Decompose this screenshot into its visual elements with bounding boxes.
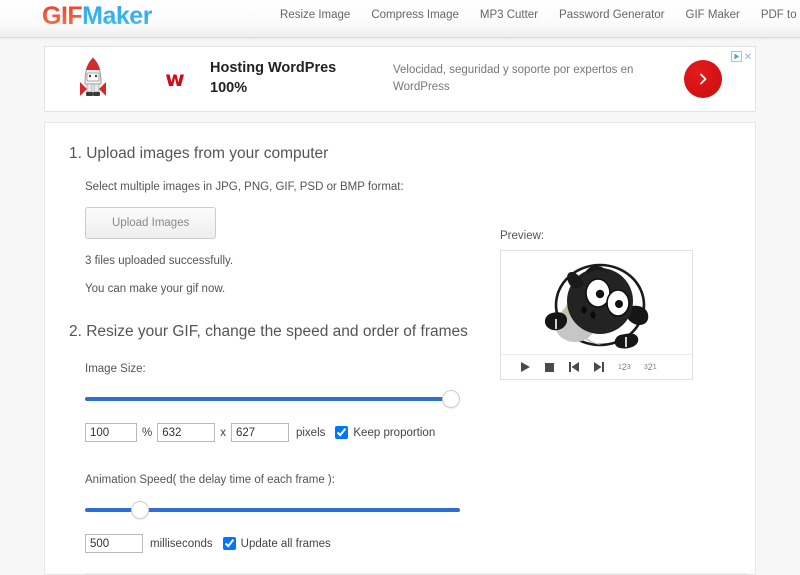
logo-text-gif: GIF [42, 2, 83, 30]
height-input[interactable] [230, 423, 289, 442]
sort-ascending-button[interactable]: 123 [618, 362, 631, 372]
nav-item-compress-image[interactable]: Compress Image [371, 9, 459, 21]
ad-banner[interactable]: ᴡ Hosting WordPres 100% Velocidad, segur… [44, 46, 756, 112]
advertisement-region: ᴡ Hosting WordPres 100% Velocidad, segur… [0, 38, 800, 112]
pixels-label: pixels [295, 426, 326, 439]
milliseconds-label: milliseconds [150, 537, 213, 550]
milliseconds-input[interactable] [85, 534, 143, 553]
upload-images-button[interactable]: Upload Images [85, 207, 217, 239]
step-1-instruction: Select multiple images in JPG, PNG, GIF,… [85, 181, 404, 193]
ad-headline: Hosting WordPres 100% [210, 60, 337, 96]
main-content-panel: 1. Upload images from your computer Sele… [44, 122, 756, 575]
nav-item-mp3-cutter[interactable]: MP3 Cutter [480, 9, 538, 21]
nav-item-gif-maker[interactable]: GIF Maker [686, 9, 740, 21]
previous-frame-button[interactable] [568, 361, 580, 373]
animation-speed-slider[interactable] [85, 500, 460, 520]
image-size-slider-track[interactable] [85, 397, 460, 401]
preview-box: 123 321 [500, 250, 693, 380]
keep-proportion-checkbox[interactable] [335, 426, 349, 439]
ad-brand-logo: ᴡ [165, 67, 185, 91]
ad-close-icon[interactable]: ✕ [744, 53, 752, 63]
stop-button[interactable] [544, 362, 555, 373]
preview-label: Preview: [500, 230, 545, 242]
percent-symbol: % [142, 426, 153, 439]
update-all-frames-label: Update all frames [240, 537, 331, 550]
next-frame-button[interactable] [593, 361, 605, 373]
main-navigation: Resize Image Compress Image MP3 Cutter P… [280, 9, 800, 21]
chevron-right-icon [683, 60, 722, 98]
logo-text-maker: Maker [82, 2, 152, 30]
preview-region: Preview: 1 2 3 3 2 1 [500, 230, 705, 380]
times-symbol: x [220, 426, 226, 439]
preview-playback-controls: 123 321 [501, 354, 692, 379]
site-logo[interactable]: GIFMaker [42, 2, 152, 31]
ad-description: Velocidad, seguridad y soporte por exper… [393, 64, 634, 93]
image-size-slider[interactable] [85, 389, 460, 409]
rocket-illustration-icon [45, 56, 140, 102]
keep-proportion-label: Keep proportion [353, 426, 436, 439]
nav-item-pdf-to-jpg[interactable]: PDF to JPG [761, 9, 800, 21]
width-input[interactable] [157, 423, 216, 442]
sort-descending-button[interactable]: 321 [644, 362, 657, 372]
adchoices-triangle-icon[interactable] [730, 49, 742, 67]
animation-speed-slider-handle[interactable] [131, 501, 150, 519]
size-percent-input[interactable] [85, 423, 137, 442]
site-header: GIFMaker Resize Image Compress Image MP3… [0, 0, 800, 38]
adchoices-region[interactable]: ✕ [730, 49, 752, 67]
animation-speed-fields-row: milliseconds Update all frames [85, 534, 755, 553]
nav-item-resize-image[interactable]: Resize Image [280, 9, 350, 21]
image-size-fields-row: % x pixels Keep proportion [85, 423, 755, 442]
play-button[interactable] [519, 361, 531, 373]
step-1-title: 1. Upload images from your computer [69, 145, 329, 162]
update-all-frames-checkbox[interactable] [222, 537, 236, 550]
keep-proportion-checkbox-group[interactable]: Keep proportion [335, 426, 435, 439]
nav-item-password-generator[interactable]: Password Generator [559, 9, 664, 21]
section-divider [85, 573, 747, 574]
update-all-frames-checkbox-group[interactable]: Update all frames [222, 537, 331, 550]
image-size-slider-handle[interactable] [442, 390, 460, 408]
preview-image [501, 251, 692, 354]
animation-speed-label: Animation Speed( the delay time of each … [85, 474, 335, 486]
